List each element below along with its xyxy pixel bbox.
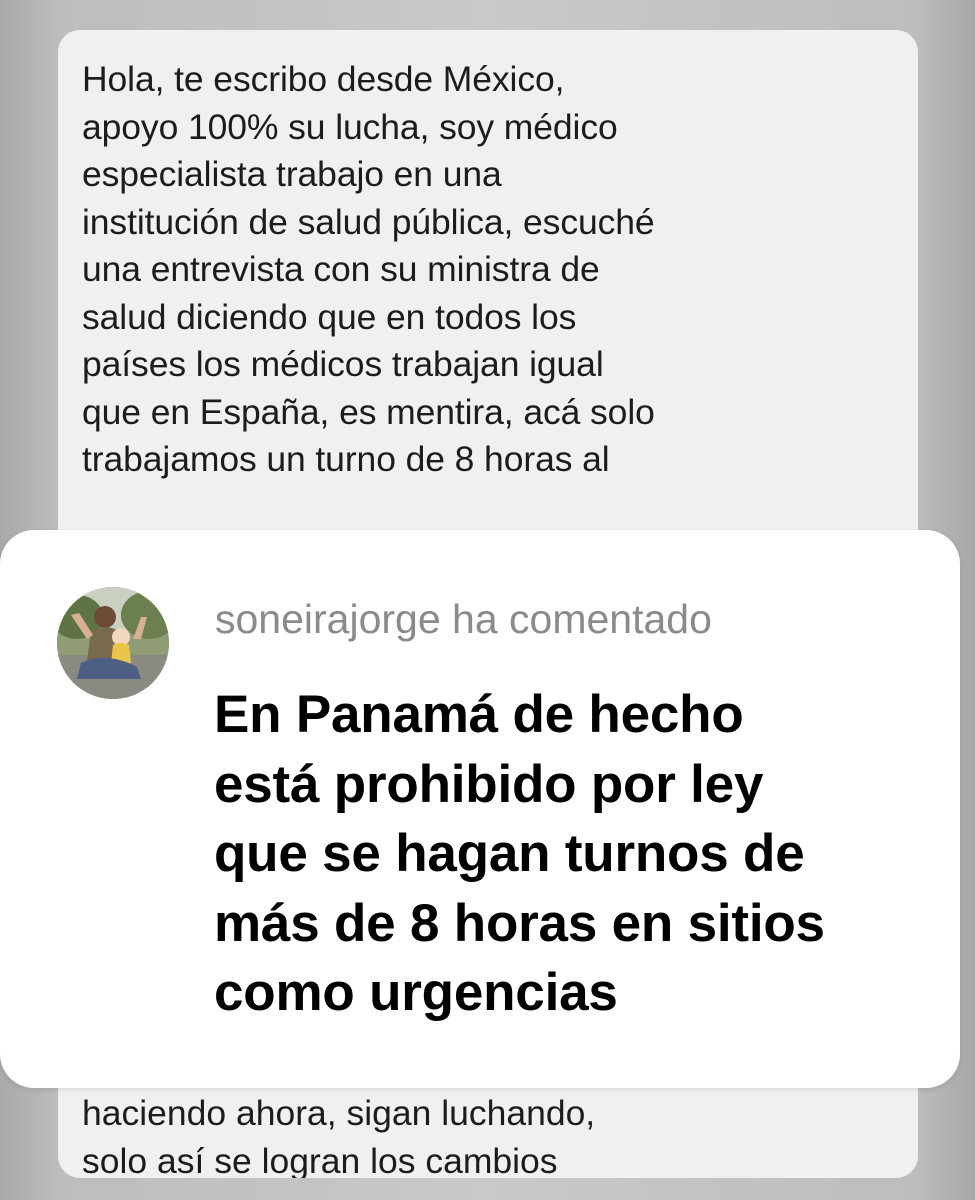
user-photo-avatar-icon xyxy=(57,587,169,699)
comment-body: En Panamá de hecho está prohibido por le… xyxy=(214,685,825,1022)
comment-author-line: soneirajorge ha comentado xyxy=(215,596,712,642)
avatar[interactable] xyxy=(57,587,169,699)
message-text-top: Hola, te escribo desde México, apoyo 100… xyxy=(82,59,655,479)
message-text-bottom: haciendo ahora, sigan luchando, solo así… xyxy=(82,1093,596,1178)
